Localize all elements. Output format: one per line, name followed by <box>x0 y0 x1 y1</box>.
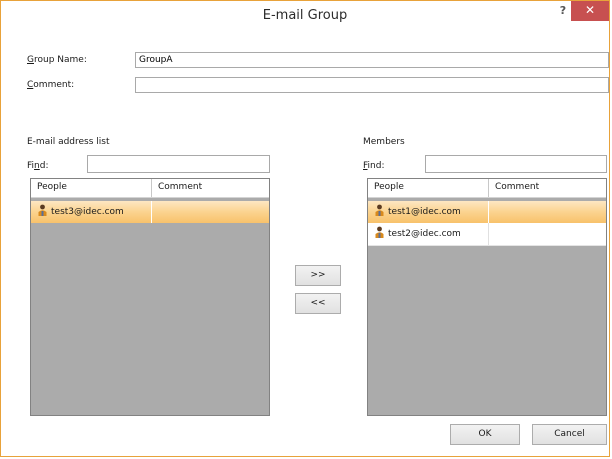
members-find-input[interactable] <box>425 155 607 173</box>
address-row-email: test3@idec.com <box>51 207 124 217</box>
title-bar: E-mail Group ? ✕ <box>1 1 609 31</box>
members-list-header: People Comment <box>368 179 606 198</box>
address-find-label: Find: <box>27 161 49 171</box>
address-list-header: People Comment <box>31 179 269 198</box>
members-row-person: test2@idec.com <box>368 223 488 245</box>
address-col-people[interactable]: People <box>31 179 151 197</box>
ok-button[interactable]: OK <box>450 424 520 445</box>
group-name-label: Group Name: <box>27 55 87 65</box>
address-row[interactable]: test3@idec.com <box>31 201 269 223</box>
group-name-label-accel: G <box>27 55 34 65</box>
person-icon <box>38 204 47 216</box>
members-list[interactable]: People Comment test1@idec.com test2@idec… <box>367 178 607 416</box>
address-list-title: E-mail address list <box>27 137 110 147</box>
members-col-people[interactable]: People <box>368 179 488 197</box>
group-name-label-text: roup Name: <box>33 55 87 65</box>
comment-label-text: omment: <box>33 80 75 90</box>
members-row[interactable]: test2@idec.com <box>368 223 606 246</box>
members-row[interactable]: test1@idec.com <box>368 201 606 223</box>
close-button[interactable]: ✕ <box>571 1 609 21</box>
members-title: Members <box>363 137 405 147</box>
address-row-person: test3@idec.com <box>31 201 151 223</box>
address-find-label-pre: Fi <box>27 161 35 171</box>
person-icon <box>375 226 384 238</box>
members-row-comment <box>488 201 606 223</box>
members-find-label-post: ind: <box>367 161 385 171</box>
cancel-button[interactable]: Cancel <box>532 424 607 445</box>
remove-member-button[interactable]: << <box>295 293 341 314</box>
comment-input[interactable] <box>135 77 609 93</box>
address-list[interactable]: People Comment test3@idec.com <box>30 178 270 416</box>
add-member-button[interactable]: >> <box>295 265 341 286</box>
address-col-comment[interactable]: Comment <box>151 179 269 197</box>
members-col-comment[interactable]: Comment <box>488 179 606 197</box>
members-find-label: Find: <box>363 161 384 171</box>
group-name-input[interactable] <box>135 52 609 68</box>
email-group-dialog: E-mail Group ? ✕ Group Name: Comment: E-… <box>0 0 610 457</box>
address-find-label-post: d: <box>39 161 49 171</box>
members-row-person: test1@idec.com <box>368 201 488 223</box>
address-row-comment <box>151 201 269 223</box>
address-find-input[interactable] <box>87 155 270 173</box>
members-row-email: test1@idec.com <box>388 207 461 217</box>
window-title: E-mail Group <box>262 8 348 23</box>
members-row-email: test2@idec.com <box>388 229 461 239</box>
comment-label: Comment: <box>27 80 74 90</box>
members-row-comment <box>488 223 606 245</box>
help-button[interactable]: ? <box>553 4 573 20</box>
person-icon <box>375 204 384 216</box>
